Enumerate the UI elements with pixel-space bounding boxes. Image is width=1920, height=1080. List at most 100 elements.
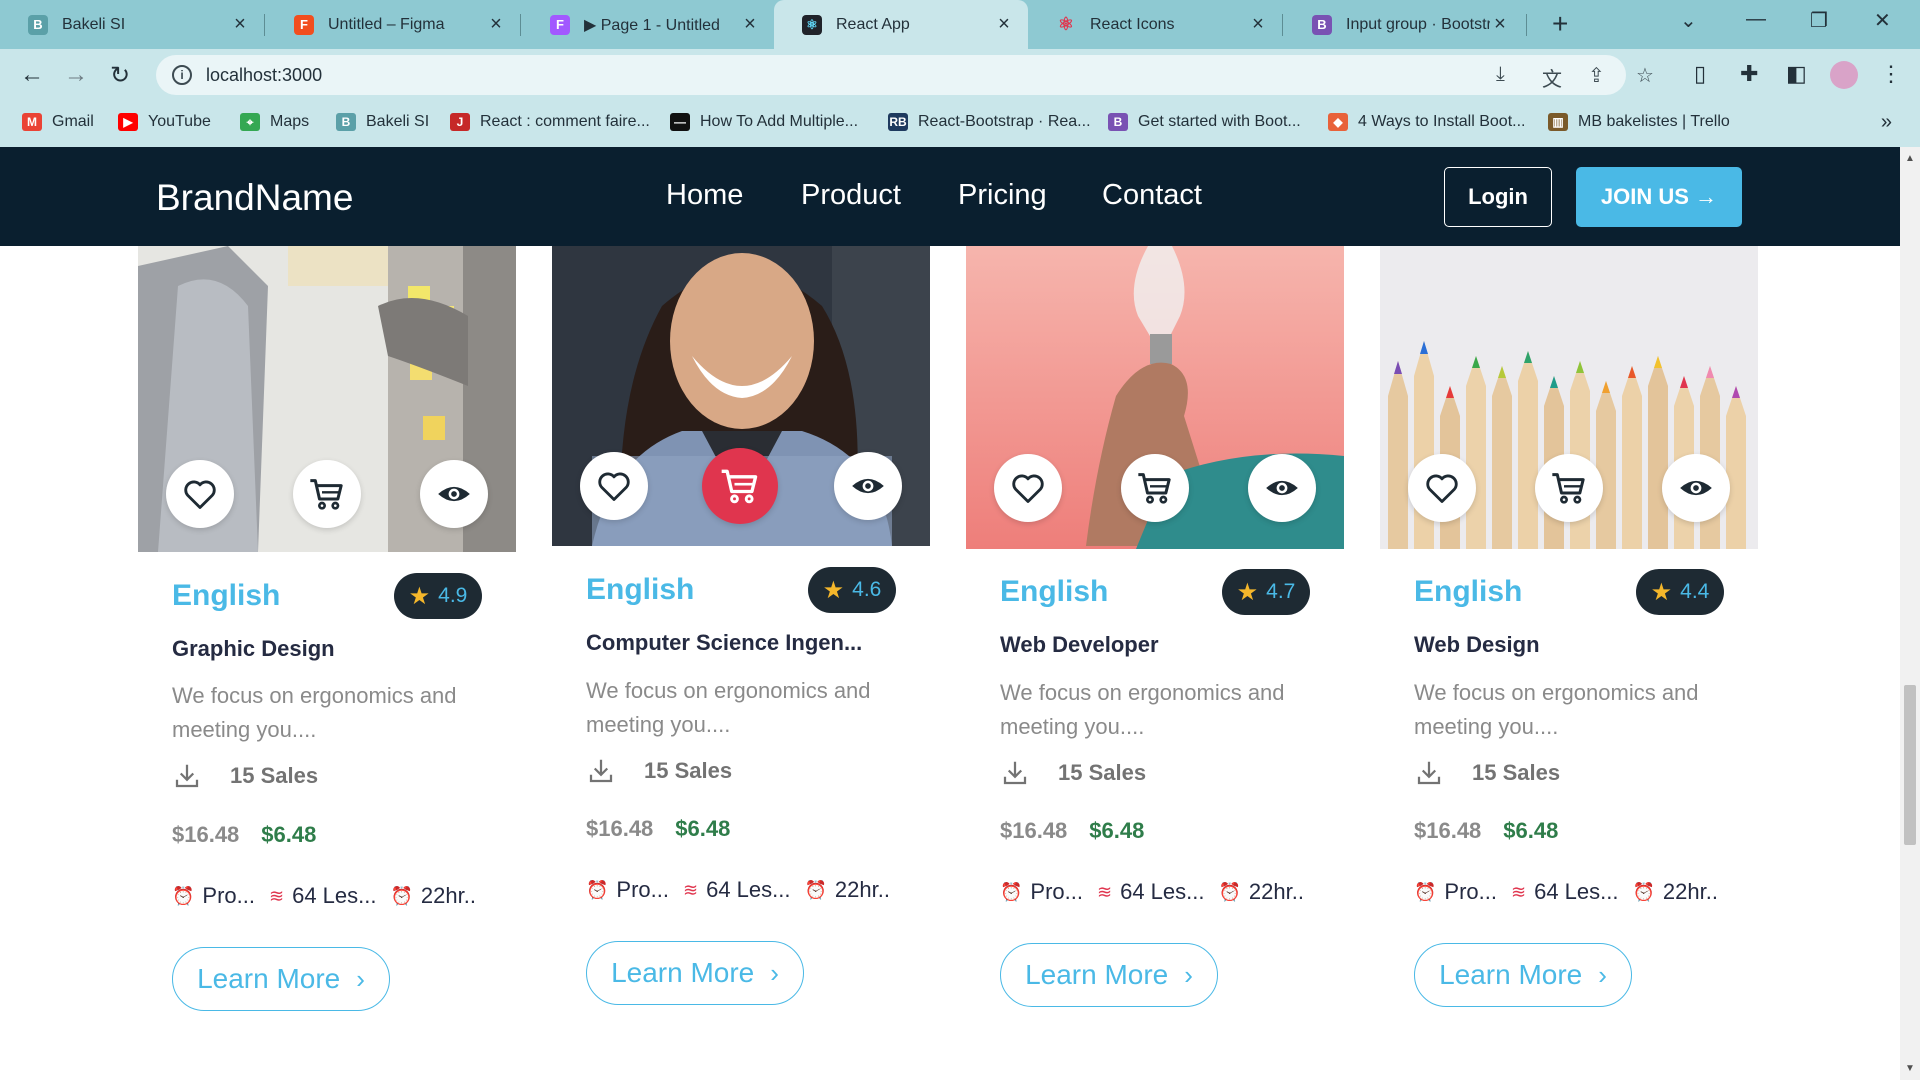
wishlist-heart-button[interactable]: [1408, 454, 1476, 522]
cart-icon: [310, 479, 343, 510]
bookmark-how-to[interactable]: — How To Add Multiple...: [670, 113, 858, 131]
kebab-menu-icon[interactable]: ⋮: [1880, 61, 1902, 87]
old-price: $16.48: [172, 822, 240, 847]
share-icon[interactable]: ⇪: [1588, 63, 1605, 88]
quick-view-button[interactable]: [420, 460, 488, 528]
tab-react-icons[interactable]: ⚛ React Icons ×: [1028, 0, 1282, 49]
extensions-puzzle-icon[interactable]: ✚: [1740, 61, 1758, 87]
bookmark-gmail[interactable]: M Gmail: [22, 113, 94, 131]
wishlist-heart-button[interactable]: [994, 454, 1062, 522]
add-to-cart-button[interactable]: [293, 460, 361, 528]
learn-more-button[interactable]: Learn More ›: [1414, 943, 1632, 1007]
course-title[interactable]: Web Developer: [1000, 632, 1159, 658]
nav-home[interactable]: Home: [666, 179, 743, 212]
tab-bootstrap[interactable]: B Input group · Bootstrap ×: [1284, 0, 1524, 49]
bookmark-youtube[interactable]: ▶ YouTube: [118, 113, 211, 131]
scrollbar-thumb[interactable]: [1904, 685, 1916, 845]
omnibox[interactable]: i localhost:3000: [156, 55, 1626, 95]
eye-icon: [852, 478, 884, 494]
wishlist-heart-button[interactable]: [580, 452, 648, 520]
alarm-clock-icon: ⏰: [390, 885, 413, 906]
login-button[interactable]: Login: [1444, 167, 1552, 227]
nav-product[interactable]: Product: [801, 179, 901, 212]
meta-hours: 22hr..: [1248, 879, 1304, 904]
figma-favicon-icon: F: [550, 14, 570, 35]
old-price: $16.48: [1000, 818, 1068, 843]
nav-contact[interactable]: Contact: [1102, 179, 1202, 212]
course-category[interactable]: English: [172, 579, 280, 613]
learn-more-button[interactable]: Learn More ›: [1000, 943, 1218, 1007]
course-category[interactable]: English: [1000, 575, 1108, 609]
tab-react-app[interactable]: ⚛ React App ×: [774, 0, 1028, 49]
bookmark-react-comment[interactable]: J React : comment faire...: [450, 113, 650, 131]
rating-badge: ★ 4.6: [808, 567, 896, 613]
site-info-icon[interactable]: i: [172, 65, 192, 85]
join-us-button[interactable]: JOIN US →: [1576, 167, 1742, 227]
extension-phone-icon[interactable]: ▯: [1694, 61, 1706, 87]
maps-pin-icon: ⌖: [240, 113, 260, 131]
price-row: $16.48 $6.48: [172, 822, 316, 848]
back-arrow-icon[interactable]: ←: [20, 61, 44, 89]
meta-lessons: 64 Les...: [706, 877, 791, 902]
forward-arrow-icon[interactable]: →: [64, 61, 88, 89]
heart-icon: [1426, 474, 1458, 503]
star-icon: ★: [1650, 578, 1673, 606]
side-panel-icon[interactable]: ◧: [1786, 61, 1807, 87]
tab-bakeli[interactable]: B Bakeli SI ×: [0, 0, 264, 49]
bookmark-label: Gmail: [52, 113, 94, 130]
course-title[interactable]: Computer Science Ingen...: [586, 630, 862, 656]
window-close-icon[interactable]: ✕: [1874, 8, 1891, 33]
quick-view-button[interactable]: [1662, 454, 1730, 522]
waves-icon: ≋: [1097, 881, 1113, 902]
close-icon[interactable]: ×: [1490, 13, 1510, 36]
bookmark-react-bootstrap[interactable]: RB React-Bootstrap · Rea...: [888, 113, 1091, 131]
wishlist-heart-button[interactable]: [166, 460, 234, 528]
scroll-down-arrow-icon[interactable]: ▼: [1905, 1063, 1915, 1074]
scroll-up-arrow-icon[interactable]: ▲: [1905, 153, 1915, 164]
nav-pricing[interactable]: Pricing: [958, 179, 1047, 212]
course-category[interactable]: English: [1414, 575, 1522, 609]
close-icon[interactable]: ×: [486, 13, 506, 36]
new-tab-plus-icon[interactable]: +: [1552, 8, 1568, 40]
course-title[interactable]: Graphic Design: [172, 636, 335, 662]
bootstrap-icon: B: [1108, 113, 1128, 131]
close-icon[interactable]: ×: [230, 13, 250, 36]
bookmark-label: Bakeli SI: [366, 113, 430, 130]
price-row: $16.48 $6.48: [586, 816, 730, 842]
bookmark-label: How To Add Multiple...: [700, 113, 859, 130]
learn-more-button[interactable]: Learn More ›: [172, 947, 390, 1011]
close-icon[interactable]: ×: [1248, 13, 1268, 36]
quick-view-button[interactable]: [834, 452, 902, 520]
restore-icon[interactable]: ❐: [1810, 8, 1828, 33]
add-to-cart-button[interactable]: [1121, 454, 1189, 522]
reload-icon[interactable]: ↻: [110, 61, 130, 90]
tab-figma-page[interactable]: F ▶ Page 1 - Untitled ×: [522, 0, 774, 49]
quick-view-button[interactable]: [1248, 454, 1316, 522]
tab-search-chevron-icon[interactable]: ⌄: [1680, 8, 1697, 33]
bookmark-trello[interactable]: ▥ MB bakelistes | Trello: [1548, 113, 1730, 131]
add-to-cart-button-active[interactable]: [702, 448, 778, 524]
course-category[interactable]: English: [586, 573, 694, 607]
bookmark-bakeli[interactable]: B Bakeli SI: [336, 113, 429, 131]
install-app-icon[interactable]: ⤓: [1496, 63, 1505, 86]
page-scrollbar[interactable]: ▲ ▼: [1900, 147, 1920, 1080]
close-icon[interactable]: ×: [994, 13, 1014, 36]
alarm-clock-icon: ⏰: [586, 879, 609, 900]
profile-avatar[interactable]: [1830, 61, 1858, 89]
alarm-clock-icon: ⏰: [1632, 881, 1655, 902]
tab-figma[interactable]: F Untitled – Figma ×: [266, 0, 520, 49]
course-title[interactable]: Web Design: [1414, 632, 1540, 658]
bookmark-get-started[interactable]: B Get started with Boot...: [1108, 113, 1301, 131]
close-icon[interactable]: ×: [740, 13, 760, 36]
bookmark-star-icon[interactable]: ☆: [1636, 63, 1654, 88]
learn-more-button[interactable]: Learn More ›: [586, 941, 804, 1005]
translate-icon[interactable]: 文: [1542, 63, 1562, 92]
git-diamond-icon: ◆: [1328, 113, 1348, 131]
minimize-icon[interactable]: —: [1746, 8, 1766, 31]
brand-logo[interactable]: BrandName: [156, 177, 353, 219]
bookmark-maps[interactable]: ⌖ Maps: [240, 113, 309, 131]
add-to-cart-button[interactable]: [1535, 454, 1603, 522]
bookmark-4-ways[interactable]: ◆ 4 Ways to Install Boot...: [1328, 113, 1525, 131]
more-bookmarks-chevron-icon[interactable]: »: [1881, 111, 1892, 134]
sales-text: 15 Sales: [1058, 760, 1147, 785]
